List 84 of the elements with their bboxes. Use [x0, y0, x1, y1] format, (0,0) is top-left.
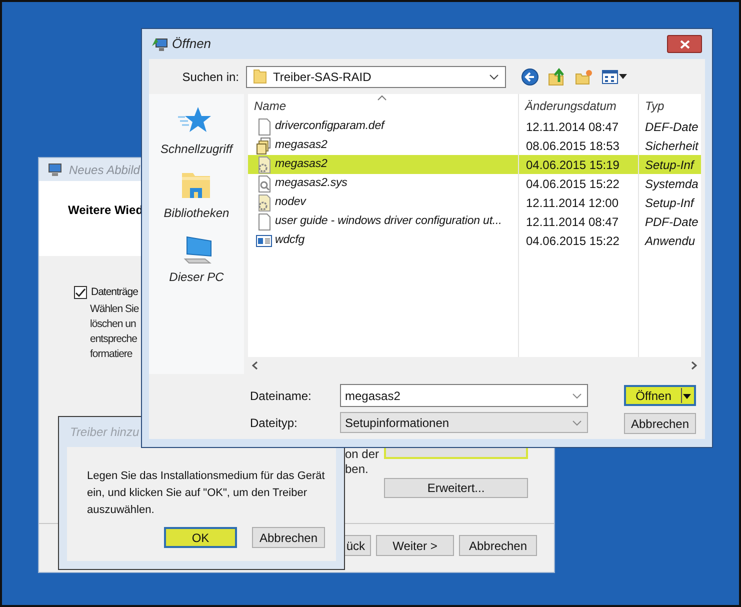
- sort-icon: [377, 95, 387, 101]
- file-row[interactable]: driverconfigparam.def 12.11.2014 08:47 DEF-Date: [248, 117, 701, 136]
- close-icon: [680, 40, 690, 48]
- file-date: 04.06.2015 15:19: [526, 158, 620, 172]
- dialog-button[interactable]: Abbrechen: [252, 527, 325, 548]
- nav-button[interactable]: Abbrechen: [459, 535, 537, 556]
- file-type: Setup-Inf: [645, 158, 694, 172]
- view-menu-icon[interactable]: [602, 70, 627, 84]
- chevron-down-icon: [572, 420, 582, 426]
- file-row[interactable]: megasas2 08.06.2015 18:53 Sicherheit: [248, 136, 701, 155]
- file-row[interactable]: wdcfg 04.06.2015 15:22 Anwendu: [248, 231, 701, 250]
- computer-icon: [47, 162, 63, 176]
- back-icon[interactable]: [521, 68, 539, 86]
- file-icon: [256, 156, 272, 174]
- file-date: 04.06.2015 15:22: [526, 176, 620, 190]
- file-date: 04.06.2015 15:22: [526, 234, 620, 248]
- description-text: ben.: [345, 462, 370, 477]
- description-text: formatiere: [90, 346, 134, 362]
- folder-combo[interactable]: Treiber-SAS-RAID: [246, 66, 506, 88]
- file-date: 12.11.2014 12:00: [526, 196, 619, 210]
- file-type: Anwendu: [645, 234, 696, 248]
- file-name-value[interactable]: megasas2: [345, 386, 555, 404]
- file-name: nodev: [275, 194, 306, 210]
- description-text: löschen un: [90, 316, 137, 332]
- folder-icon: [253, 69, 267, 84]
- description-text: Wählen Sie: [90, 302, 140, 317]
- folder-name: Treiber-SAS-RAID: [273, 68, 372, 86]
- chevron-right-icon[interactable]: [691, 361, 697, 370]
- column-header[interactable]: Änderungsdatum: [525, 96, 616, 114]
- dialog-title: Treiber hinzu: [70, 424, 140, 441]
- file-row[interactable]: megasas2.sys 04.06.2015 15:22 Systemda: [248, 174, 701, 193]
- dialog-button[interactable]: OK: [164, 527, 237, 548]
- file-row[interactable]: nodev 12.11.2014 12:00 Setup-Inf: [248, 193, 701, 212]
- place-link[interactable]: Bibliotheken: [164, 204, 230, 222]
- window-title: Neues Abbild: [69, 162, 140, 178]
- file-name: wdcfg: [275, 232, 305, 248]
- file-icon: [256, 212, 272, 230]
- caret-icon: [682, 392, 694, 400]
- file-type-select[interactable]: Setupinformationen: [340, 412, 588, 433]
- dialog-button[interactable]: Öffnen: [624, 385, 696, 406]
- file-icon: [256, 118, 272, 136]
- wizard-button[interactable]: Erweitert...: [384, 478, 528, 498]
- checkbox-label: Datenträge: [91, 285, 138, 300]
- file-icon: [256, 194, 272, 212]
- file-type: DEF-Date: [645, 120, 698, 134]
- chevron-down-icon: [572, 392, 582, 398]
- file-name: user guide - windows driver configuration ut...: [275, 214, 502, 229]
- close-button[interactable]: [667, 35, 702, 53]
- description-text: entspreche: [90, 332, 138, 347]
- chevron-down-icon: [489, 74, 499, 80]
- place-link[interactable]: Dieser PC: [169, 268, 224, 286]
- dialog-button[interactable]: Abbrechen: [624, 413, 696, 434]
- file-type-value: Setupinformationen: [345, 414, 450, 432]
- file-name: megasas2.sys: [275, 176, 348, 191]
- file-icon: [256, 136, 272, 154]
- check-icon: [75, 288, 86, 298]
- file-date: 08.06.2015 18:53: [526, 138, 620, 152]
- nav-button[interactable]: Weiter >: [376, 535, 454, 556]
- file-type: Sicherheit: [645, 138, 698, 152]
- file-name: megasas2: [275, 138, 328, 153]
- file-date: 12.11.2014 08:47: [526, 214, 619, 228]
- file-icon: [256, 174, 272, 192]
- checkbox[interactable]: [74, 286, 87, 300]
- file-name: driverconfigparam.def: [275, 118, 384, 134]
- file-date: 12.11.2014 08:47: [526, 120, 619, 134]
- message-text: Legen Sie das Installationsmedium für das Gerät ein, und klicken Sie auf "OK", um den Treiber auszuwählen.: [87, 469, 326, 518]
- file-name: megasas2: [275, 156, 328, 172]
- column-header[interactable]: Typ: [645, 96, 664, 114]
- file-type: PDF-Date: [645, 214, 698, 228]
- file-type: Systemda: [645, 176, 698, 190]
- description-text: on der: [345, 447, 380, 462]
- computer-icon: [151, 36, 168, 52]
- chevron-left-icon[interactable]: [252, 361, 258, 370]
- folder-up-icon[interactable]: [548, 68, 566, 86]
- place-link[interactable]: Schnellzugriff: [160, 140, 233, 158]
- file-row[interactable]: user guide - windows driver configuration ut... 12.11.2014 08:47 PDF-Date: [248, 212, 701, 231]
- file-type-label: Dateityp:: [250, 414, 298, 432]
- dialog-title: Öffnen: [172, 35, 212, 54]
- file-row[interactable]: megasas2 04.06.2015 15:19 Setup-Inf: [248, 155, 701, 174]
- file-name-label: Dateiname:: [250, 388, 312, 404]
- file-type: Setup-Inf: [645, 196, 694, 210]
- look-in-label: Suchen in:: [181, 68, 239, 86]
- file-name-field[interactable]: megasas2: [340, 384, 588, 407]
- column-header[interactable]: Name: [254, 96, 286, 114]
